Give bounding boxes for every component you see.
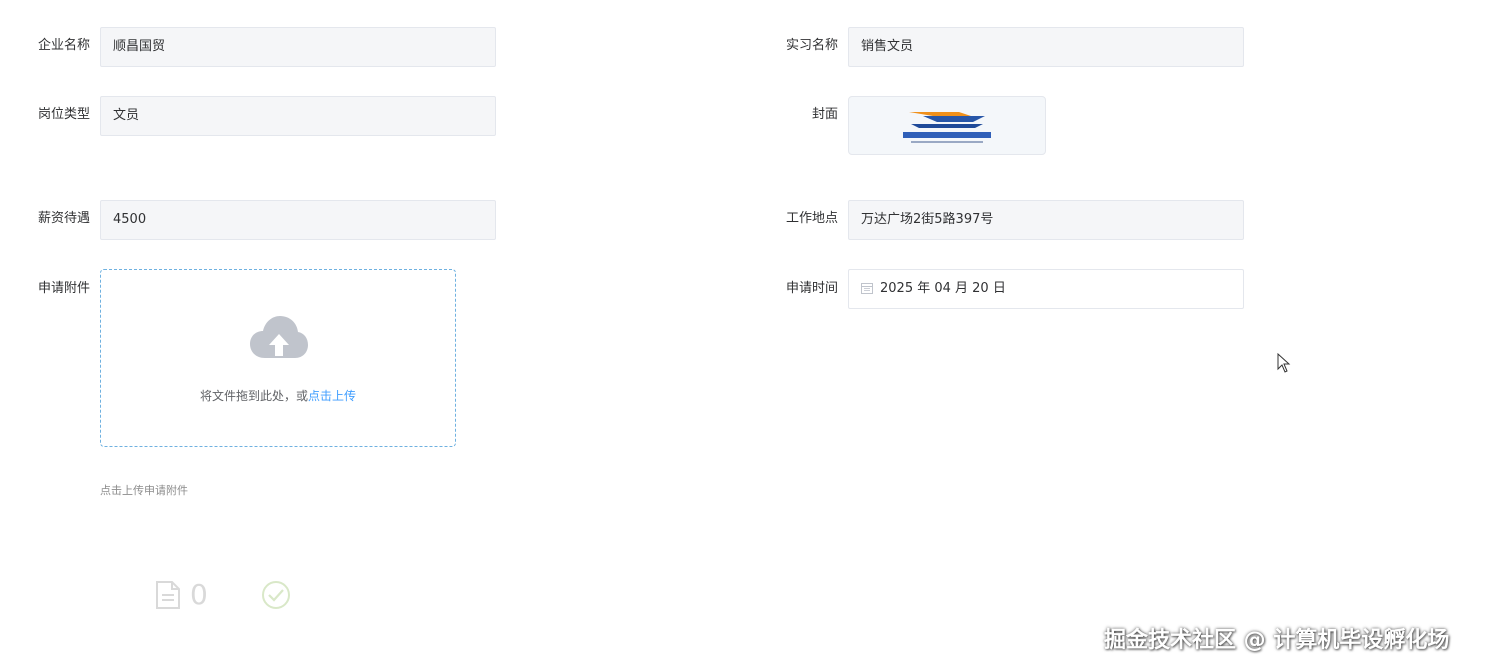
cloud-upload-icon xyxy=(250,316,308,358)
upload-instruction: 将文件拖到此处，或点击上传 xyxy=(101,387,455,404)
cover-image[interactable] xyxy=(848,96,1046,155)
drop-text: 将文件拖到此处，或 xyxy=(199,389,308,403)
apply-time-label: 申请时间 xyxy=(785,281,838,296)
position-label: 岗位类型 xyxy=(37,107,90,122)
company-logo-icon xyxy=(903,111,991,143)
watermark: 掘金技术社区 @ 计算机毕设孵化场 xyxy=(1104,628,1450,653)
check-circle-icon[interactable] xyxy=(261,580,291,610)
document-icon xyxy=(156,581,180,609)
upload-tip: 点击上传申请附件 xyxy=(100,484,188,497)
location-field[interactable]: 万达广场2街5路397号 xyxy=(848,200,1244,240)
mouse-cursor-icon xyxy=(1277,353,1291,373)
company-field[interactable]: 顺昌国贸 xyxy=(100,27,496,67)
position-field[interactable]: 文员 xyxy=(100,96,496,136)
attachment-label: 申请附件 xyxy=(37,281,90,296)
location-label: 工作地点 xyxy=(785,211,838,226)
document-count: 0 xyxy=(190,578,208,611)
salary-field[interactable]: 4500 xyxy=(100,200,496,240)
upload-link[interactable]: 点击上传 xyxy=(308,389,356,403)
application-form-page: 企业名称 顺昌国贸 实习名称 销售文员 岗位类型 文员 封面 薪资待遇 4500… xyxy=(0,0,1510,671)
internship-label: 实习名称 xyxy=(785,38,838,53)
cover-label: 封面 xyxy=(811,107,838,122)
internship-field[interactable]: 销售文员 xyxy=(848,27,1244,67)
salary-label: 薪资待遇 xyxy=(37,211,90,226)
upload-dropzone[interactable]: 将文件拖到此处，或点击上传 xyxy=(100,269,456,447)
company-label: 企业名称 xyxy=(37,38,90,53)
calendar-icon xyxy=(861,283,873,294)
apply-time-value: 2025 年 04 月 20 日 xyxy=(880,281,1006,296)
